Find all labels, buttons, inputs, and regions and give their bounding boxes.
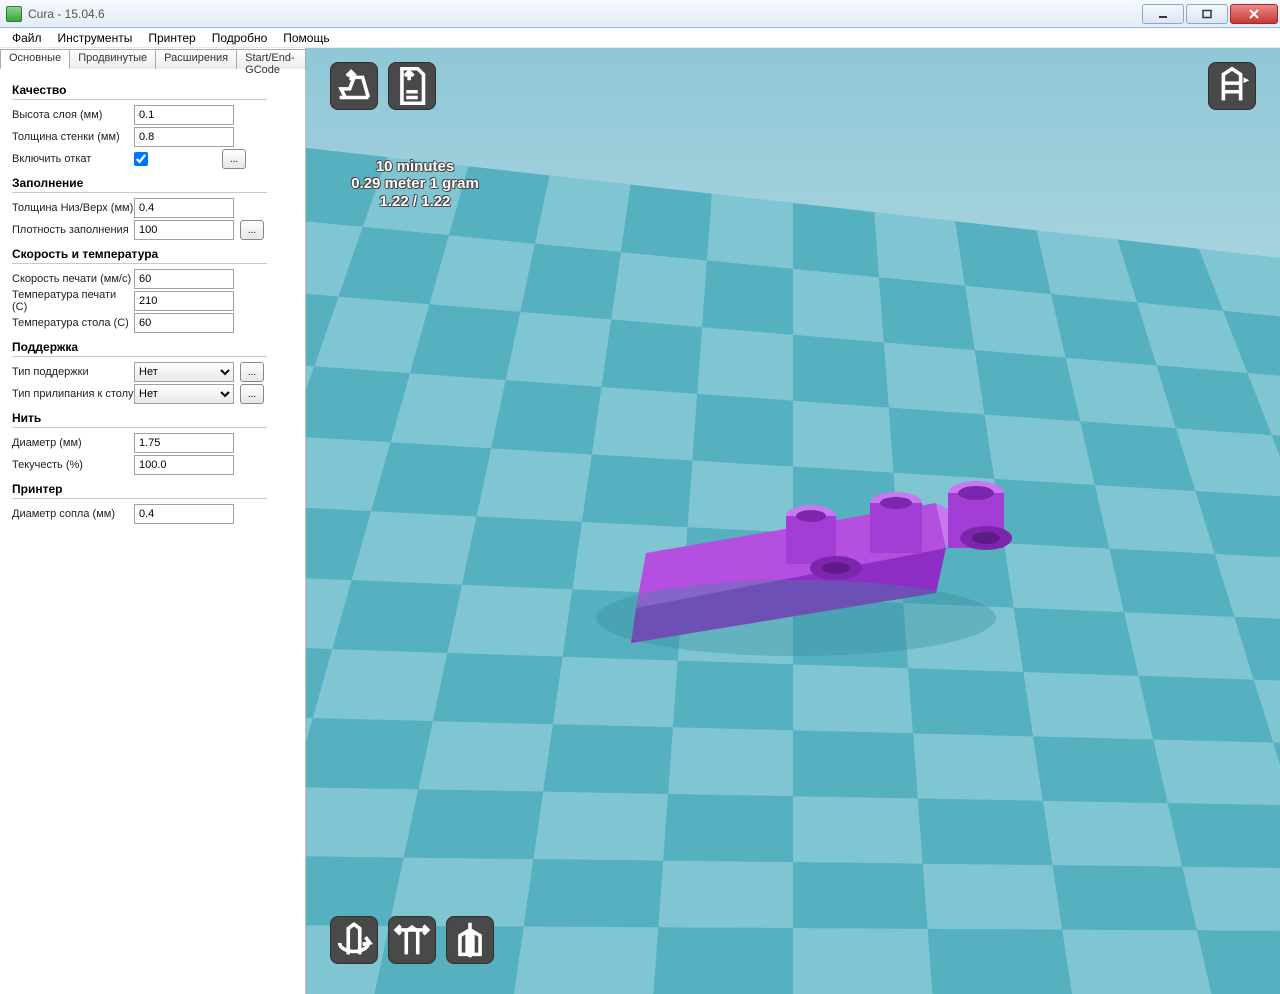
tab-strip: Основные Продвинутые Расширения Start/En… [0, 48, 305, 68]
retraction-settings-button[interactable]: ... [222, 149, 246, 169]
input-topbottom-thickness[interactable] [134, 198, 234, 218]
select-adhesion-type[interactable]: Нет [134, 384, 234, 404]
scale-icon [389, 917, 435, 963]
tab-advanced[interactable]: Продвинутые [69, 49, 156, 69]
label-filament-diameter: Диаметр (мм) [12, 437, 134, 449]
menu-details[interactable]: Подробно [204, 29, 276, 47]
label-enable-retraction: Включить откат [12, 153, 134, 165]
window-close-button[interactable] [1230, 4, 1278, 24]
select-support-type[interactable]: Нет [134, 362, 234, 382]
load-icon [331, 63, 377, 109]
hud-cost: 1.22 / 1.22 [330, 193, 500, 210]
hud-time: 10 minutes [330, 158, 500, 175]
label-shell-thickness: Толщина стенки (мм) [12, 131, 134, 143]
tab-content: Качество Высота слоя (мм) Толщина стенки… [0, 68, 305, 994]
load-model-button[interactable] [330, 62, 378, 110]
window-minimize-button[interactable] [1142, 4, 1184, 24]
section-speed-temp: Скорость и температура [12, 247, 267, 264]
input-layer-height[interactable] [134, 105, 234, 125]
adhesion-settings-button[interactable]: ... [240, 384, 264, 404]
hud-usage: 0.29 meter 1 gram [330, 175, 500, 192]
label-bed-temp: Температура стола (C) [12, 317, 134, 329]
label-support-type: Тип поддержки [12, 366, 134, 378]
scale-button[interactable] [388, 916, 436, 964]
rotate-icon [331, 917, 377, 963]
input-bed-temp[interactable] [134, 313, 234, 333]
rotate-button[interactable] [330, 916, 378, 964]
menu-printer[interactable]: Принтер [140, 29, 203, 47]
save-gcode-button[interactable] [388, 62, 436, 110]
menu-bar: Файл Инструменты Принтер Подробно Помощь [0, 28, 1280, 48]
input-flow[interactable] [134, 455, 234, 475]
tab-basic[interactable]: Основные [0, 49, 70, 69]
input-filament-diameter[interactable] [134, 433, 234, 453]
sd-card-icon [389, 63, 435, 109]
menu-help[interactable]: Помощь [275, 29, 337, 47]
support-settings-button[interactable]: ... [240, 362, 264, 382]
input-shell-thickness[interactable] [134, 127, 234, 147]
label-fill-density: Плотность заполнения [12, 224, 134, 236]
label-print-speed: Скорость печати (мм/с) [12, 273, 134, 285]
tab-plugins[interactable]: Расширения [155, 49, 237, 69]
section-fill: Заполнение [12, 176, 267, 193]
window-maximize-button[interactable] [1186, 4, 1228, 24]
mirror-icon [447, 917, 493, 963]
mirror-button[interactable] [446, 916, 494, 964]
label-nozzle-diameter: Диаметр сопла (мм) [12, 508, 134, 520]
input-print-temp[interactable] [134, 291, 234, 311]
view-mode-button[interactable] [1208, 62, 1256, 110]
section-filament: Нить [12, 411, 267, 428]
window-titlebar: Cura - 15.04.6 [0, 0, 1280, 28]
label-layer-height: Высота слоя (мм) [12, 109, 134, 121]
label-flow: Текучесть (%) [12, 459, 134, 471]
input-fill-density[interactable] [134, 220, 234, 240]
section-machine: Принтер [12, 482, 267, 499]
menu-tools[interactable]: Инструменты [50, 29, 141, 47]
input-print-speed[interactable] [134, 269, 234, 289]
window-title: Cura - 15.04.6 [28, 7, 105, 21]
menu-file[interactable]: Файл [4, 29, 50, 47]
print-estimate-hud: 10 minutes 0.29 meter 1 gram 1.22 / 1.22 [330, 158, 500, 210]
tab-gcode[interactable]: Start/End-GCode [236, 49, 306, 69]
fill-settings-button[interactable]: ... [240, 220, 264, 240]
3d-viewport[interactable]: 10 minutes 0.29 meter 1 gram 1.22 / 1.22 [306, 48, 1280, 994]
app-icon [6, 6, 22, 22]
label-adhesion-type: Тип прилипания к столу [12, 388, 134, 400]
section-quality: Качество [12, 83, 267, 100]
label-print-temp: Температура печати (C) [12, 289, 134, 313]
label-topbottom-thickness: Толщина Низ/Верх (мм) [12, 202, 134, 214]
view-mode-icon [1209, 63, 1255, 109]
input-nozzle-diameter[interactable] [134, 504, 234, 524]
section-support: Поддержка [12, 340, 267, 357]
checkbox-enable-retraction[interactable] [134, 152, 148, 166]
settings-panel: Основные Продвинутые Расширения Start/En… [0, 48, 306, 994]
